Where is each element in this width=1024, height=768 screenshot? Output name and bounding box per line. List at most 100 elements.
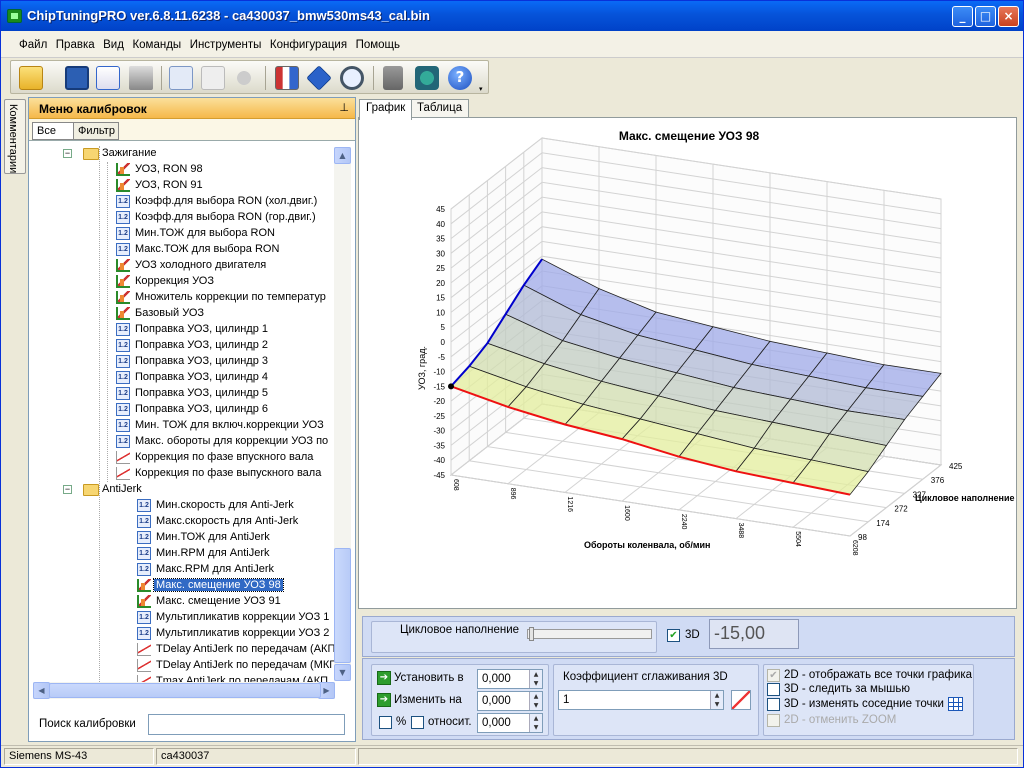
slider-thumb[interactable] [529,627,534,641]
tree-item[interactable]: УОЗ, RON 98 [33,162,336,178]
tree-item[interactable]: 1.2 Мин.ТОЖ для AntiJerk [33,530,336,546]
save-as-icon[interactable] [96,66,120,90]
collapse-toggle-icon[interactable]: − [63,485,72,494]
tree-item[interactable]: Макс. смещение УОЗ 98 [33,578,336,594]
scroll-down-button[interactable]: ▼ [334,664,351,681]
menu-view[interactable]: Вид [103,39,124,51]
tree-item[interactable]: 1.2 Мин. ТОЖ для включ.коррекции УОЗ [33,418,336,434]
window-title: ChipTuningPRO ver.6.8.11.6238 - ca430037… [27,8,430,23]
tree-item-label: Коррекция по фазе выпускного вала [135,467,322,479]
tree-item[interactable]: 1.2 Коэфф.для выбора RON (хол.двиг.) [33,194,336,210]
tree-item[interactable]: 1.2 Поправка УОЗ, цилиндр 3 [33,354,336,370]
tree-item[interactable]: 1.2 Макс.скорость для Anti-Jerk [33,514,336,530]
chart-area[interactable]: 45 40 35 30 25 20 15 10 5 0 -5 -10 -15 -20 -25 -30 -35 -4… [358,117,1017,609]
tree-item[interactable]: Множитель коррекции по температур [33,290,336,306]
tree-item[interactable]: 1.2 Мин.скорость для Anti-Jerk [33,498,336,514]
print-icon[interactable] [129,66,153,90]
smoothing-field[interactable]: 1 [558,690,724,710]
slider-track[interactable] [527,629,652,639]
x-tick-label: 608 [452,479,459,491]
relative-checkbox[interactable] [411,716,424,729]
tree-folder[interactable]: − Зажигание [33,146,336,162]
tree-hscroll-thumb[interactable] [49,683,321,698]
pin-icon[interactable]: ⊥ [339,101,349,114]
smoothing-spinner[interactable]: ▲ ▼ [710,691,723,709]
menu-file[interactable]: Файл [19,39,47,51]
tree-item[interactable]: 1.2 Поправка УОЗ, цилиндр 1 [33,322,336,338]
tree-item[interactable]: 1.2 Поправка УОЗ, цилиндр 2 [33,338,336,354]
tree-item[interactable]: Коррекция по фазе выпускного вала [33,466,336,482]
set-arrow-icon[interactable]: ➔ [377,671,391,685]
info-icon[interactable] [306,65,332,91]
tree-item[interactable]: 1.2 Макс.RPM для AntiJerk [33,562,336,578]
tree-item[interactable]: 1.2 Мультипликатив коррекции УОЗ 2 [33,626,336,642]
tree-item[interactable]: 1.2 Макс. обороты для коррекции УОЗ по [33,434,336,450]
tab-filter[interactable]: Фильтр [73,122,119,140]
tree-item[interactable]: 1.2 Коэфф.для выбора RON (гор.двиг.) [33,210,336,226]
tree-item[interactable]: TDelay AntiJerk по передачам (АКП [33,642,336,658]
tree-item[interactable]: Макс. смещение УОЗ 91 [33,594,336,610]
tree-item[interactable]: УОЗ, RON 91 [33,178,336,194]
menu-tools[interactable]: Инструменты [190,39,262,51]
z-tick-label: 15 [436,294,445,303]
tab-graph[interactable]: График [359,99,413,120]
tree-item[interactable]: 1.2 Макс.ТОЖ для выбора RON [33,242,336,258]
network-icon[interactable] [415,66,439,90]
paste-icon[interactable] [201,66,225,90]
tree-folder[interactable]: − AntiJerk [33,482,336,498]
menu-commands[interactable]: Команды [132,39,181,51]
tree-item[interactable]: УОЗ холодного двигателя [33,258,336,274]
opt-neighbours-checkbox[interactable] [767,698,780,711]
compare-icon[interactable] [275,66,299,90]
opt-reset-zoom-checkbox[interactable] [767,714,780,727]
surface-chart[interactable]: 45 40 35 30 25 20 15 10 5 0 -5 -10 -15 -20 -25 -30 -35 -4… [359,118,1016,608]
menu-help[interactable]: Помощь [356,39,400,51]
percent-checkbox[interactable] [379,716,392,729]
tree-item[interactable]: 1.2 Мин.ТОЖ для выбора RON [33,226,336,242]
tab-table[interactable]: Таблица [410,99,470,118]
tree-item[interactable]: Коррекция УОЗ [33,274,336,290]
change-spinner[interactable]: ▲ ▼ [529,692,542,710]
set-label[interactable]: Установить в [394,672,464,684]
copy-icon[interactable] [169,66,193,90]
opt-show-all-checkbox[interactable]: ✔ [767,669,780,682]
tree-item-label: Мультипликатив коррекции УОЗ 2 [156,627,330,639]
change-arrow-icon[interactable]: ➔ [377,693,391,707]
tree-guide-line [107,162,108,482]
relative-spinner[interactable]: ▲ ▼ [529,714,542,732]
smooth-apply-icon[interactable] [731,690,751,710]
scroll-up-button[interactable]: ▲ [334,147,351,164]
tree-item[interactable]: 1.2 Мультипликатив коррекции УОЗ 1 [33,610,336,626]
tree-item[interactable]: 1.2 Поправка УОЗ, цилиндр 5 [33,386,336,402]
set-spinner[interactable]: ▲ ▼ [529,670,542,688]
y-tick-label: 272 [894,505,908,514]
tab-all[interactable]: Все [32,122,74,140]
zoom-icon[interactable] [340,66,364,90]
change-label[interactable]: Изменить на [394,694,462,706]
save-icon[interactable] [65,66,89,90]
collapse-toggle-icon[interactable]: − [63,149,72,158]
check-3d[interactable]: ✔ [667,629,680,642]
tree-item[interactable]: Базовый УОЗ [33,306,336,322]
maximize-button[interactable]: □ [975,6,996,27]
tree-item[interactable]: Коррекция по фазе впускного вала [33,450,336,466]
opt-follow-mouse-checkbox[interactable] [767,683,780,696]
toolbar-overflow-icon[interactable]: ▾ [479,85,483,93]
tree-item[interactable]: 1.2 Поправка УОЗ, цилиндр 4 [33,370,336,386]
open-folder-icon[interactable] [19,66,43,90]
search-input[interactable] [148,714,345,735]
tree-item[interactable]: 1.2 Мин.RPM для AntiJerk [33,546,336,562]
tree-item[interactable]: 1.2 Поправка УОЗ, цилиндр 6 [33,402,336,418]
scroll-left-button[interactable]: ◀ [33,682,50,699]
side-tab-comments[interactable]: Комментарии [4,99,26,174]
tree-item[interactable]: TDelay AntiJerk по передачам (МКП [33,658,336,674]
tools-icon[interactable] [383,66,403,90]
help-icon[interactable]: ? [448,66,472,90]
minimize-button[interactable]: _ [952,6,973,27]
tree-scroll-thumb[interactable] [334,548,351,663]
undo-icon[interactable] [232,66,256,90]
menu-config[interactable]: Конфигурация [270,39,347,51]
menu-edit[interactable]: Правка [56,39,95,51]
grid-icon[interactable] [948,697,963,711]
close-button[interactable]: × [998,6,1019,27]
